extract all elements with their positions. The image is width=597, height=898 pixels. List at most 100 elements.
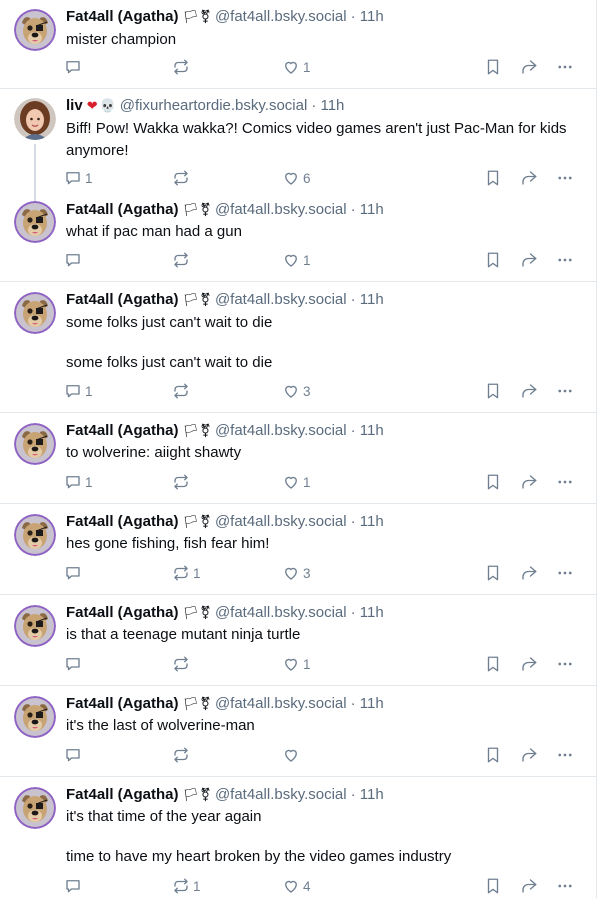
more-options-button[interactable] [556, 744, 574, 766]
author-name[interactable]: Fat4all (Agatha) [66, 421, 179, 441]
reply-button[interactable] [64, 653, 85, 675]
share-button[interactable] [520, 56, 538, 78]
repost-button[interactable] [172, 380, 193, 402]
share-button[interactable] [520, 653, 538, 675]
reply-button[interactable] [64, 562, 85, 584]
share-button[interactable] [520, 744, 538, 766]
bookmark-button[interactable] [484, 249, 502, 271]
avatar[interactable] [14, 787, 56, 829]
repost-button[interactable] [172, 249, 193, 271]
share-button[interactable] [520, 249, 538, 271]
post-time[interactable]: · 11h [351, 512, 384, 532]
share-button[interactable] [520, 562, 538, 584]
share-button[interactable] [520, 875, 538, 897]
feed-post[interactable]: Fat4all (Agatha) 🏳 ⚧ @fat4all.bsky.social… [0, 777, 596, 898]
more-options-button[interactable] [556, 380, 574, 402]
like-button[interactable]: 1 [282, 471, 311, 493]
like-button[interactable]: 3 [282, 562, 311, 584]
repost-button[interactable] [172, 653, 193, 675]
feed-post[interactable]: Fat4all (Agatha) 🏳 ⚧ @fat4all.bsky.social… [0, 504, 596, 595]
more-icon [556, 655, 574, 673]
like-button[interactable]: 3 [282, 380, 311, 402]
reply-button[interactable] [64, 56, 85, 78]
bookmark-button[interactable] [484, 167, 502, 189]
post-time[interactable]: · 11h [351, 7, 384, 27]
more-options-button[interactable] [556, 653, 574, 675]
feed-post[interactable]: Fat4all (Agatha) 🏳 ⚧ @fat4all.bsky.social… [0, 197, 596, 282]
feed-post[interactable]: Fat4all (Agatha) 🏳 ⚧ @fat4all.bsky.social… [0, 0, 596, 89]
avatar[interactable] [14, 423, 56, 465]
reply-button[interactable] [64, 744, 85, 766]
like-button[interactable]: 1 [282, 249, 311, 271]
post-time[interactable]: · 11h [351, 603, 384, 623]
author-handle[interactable]: @fat4all.bsky.social [215, 200, 347, 220]
bookmark-button[interactable] [484, 744, 502, 766]
feed-post[interactable]: Fat4all (Agatha) 🏳 ⚧ @fat4all.bsky.social… [0, 282, 596, 413]
bookmark-button[interactable] [484, 380, 502, 402]
author-handle[interactable]: @fat4all.bsky.social [215, 603, 347, 623]
author-handle[interactable]: @fat4all.bsky.social [215, 785, 347, 805]
bookmark-button[interactable] [484, 471, 502, 493]
reply-button[interactable]: 1 [64, 380, 93, 402]
more-options-button[interactable] [556, 56, 574, 78]
author-name[interactable]: Fat4all (Agatha) [66, 512, 179, 532]
post-time[interactable]: · 11h [351, 200, 384, 220]
share-button[interactable] [520, 471, 538, 493]
like-button[interactable]: 4 [282, 875, 311, 897]
more-options-button[interactable] [556, 875, 574, 897]
reply-button[interactable] [64, 249, 85, 271]
author-name[interactable]: liv [66, 96, 83, 116]
repost-button[interactable]: 1 [172, 562, 201, 584]
bookmark-button[interactable] [484, 562, 502, 584]
bookmark-button[interactable] [484, 56, 502, 78]
repost-button[interactable] [172, 744, 193, 766]
avatar[interactable] [14, 514, 56, 556]
avatar[interactable] [14, 292, 56, 334]
feed-post[interactable]: Fat4all (Agatha) 🏳 ⚧ @fat4all.bsky.social… [0, 413, 596, 504]
feed-post[interactable]: liv ❤ 💀 @fixurheartordie.bsky.social · 11… [0, 89, 596, 197]
avatar[interactable] [14, 9, 56, 51]
reply-button[interactable] [64, 875, 85, 897]
share-button[interactable] [520, 380, 538, 402]
author-name[interactable]: Fat4all (Agatha) [66, 694, 179, 714]
feed-post[interactable]: Fat4all (Agatha) 🏳 ⚧ @fat4all.bsky.social… [0, 686, 596, 777]
author-handle[interactable]: @fat4all.bsky.social [215, 290, 347, 310]
like-button[interactable] [282, 744, 303, 766]
post-time[interactable]: · 11h [351, 785, 384, 805]
post-time[interactable]: · 11h [351, 421, 384, 441]
avatar[interactable] [14, 98, 56, 140]
bookmark-button[interactable] [484, 875, 502, 897]
avatar[interactable] [14, 605, 56, 647]
share-button[interactable] [520, 167, 538, 189]
reply-button[interactable]: 1 [64, 167, 93, 189]
author-handle[interactable]: @fat4all.bsky.social [215, 512, 347, 532]
author-handle[interactable]: @fixurheartordie.bsky.social [120, 96, 308, 116]
post-time[interactable]: · 11h [311, 96, 344, 116]
author-handle[interactable]: @fat4all.bsky.social [215, 694, 347, 714]
post-time[interactable]: · 11h [351, 290, 384, 310]
like-button[interactable]: 1 [282, 653, 311, 675]
feed-post[interactable]: Fat4all (Agatha) 🏳 ⚧ @fat4all.bsky.social… [0, 595, 596, 686]
like-button[interactable]: 1 [282, 56, 311, 78]
bookmark-button[interactable] [484, 653, 502, 675]
author-name[interactable]: Fat4all (Agatha) [66, 7, 179, 27]
author-handle[interactable]: @fat4all.bsky.social [215, 421, 347, 441]
repost-button[interactable] [172, 56, 193, 78]
avatar[interactable] [14, 201, 56, 243]
author-handle[interactable]: @fat4all.bsky.social [215, 7, 347, 27]
repost-button[interactable] [172, 471, 193, 493]
author-name[interactable]: Fat4all (Agatha) [66, 290, 179, 310]
author-name[interactable]: Fat4all (Agatha) [66, 200, 179, 220]
more-options-button[interactable] [556, 249, 574, 271]
repost-button[interactable]: 1 [172, 875, 201, 897]
avatar[interactable] [14, 696, 56, 738]
post-time[interactable]: · 11h [351, 694, 384, 714]
like-button[interactable]: 6 [282, 167, 311, 189]
author-name[interactable]: Fat4all (Agatha) [66, 603, 179, 623]
more-options-button[interactable] [556, 562, 574, 584]
author-name[interactable]: Fat4all (Agatha) [66, 785, 179, 805]
reply-button[interactable]: 1 [64, 471, 93, 493]
more-options-button[interactable] [556, 167, 574, 189]
repost-button[interactable] [172, 167, 193, 189]
more-options-button[interactable] [556, 471, 574, 493]
